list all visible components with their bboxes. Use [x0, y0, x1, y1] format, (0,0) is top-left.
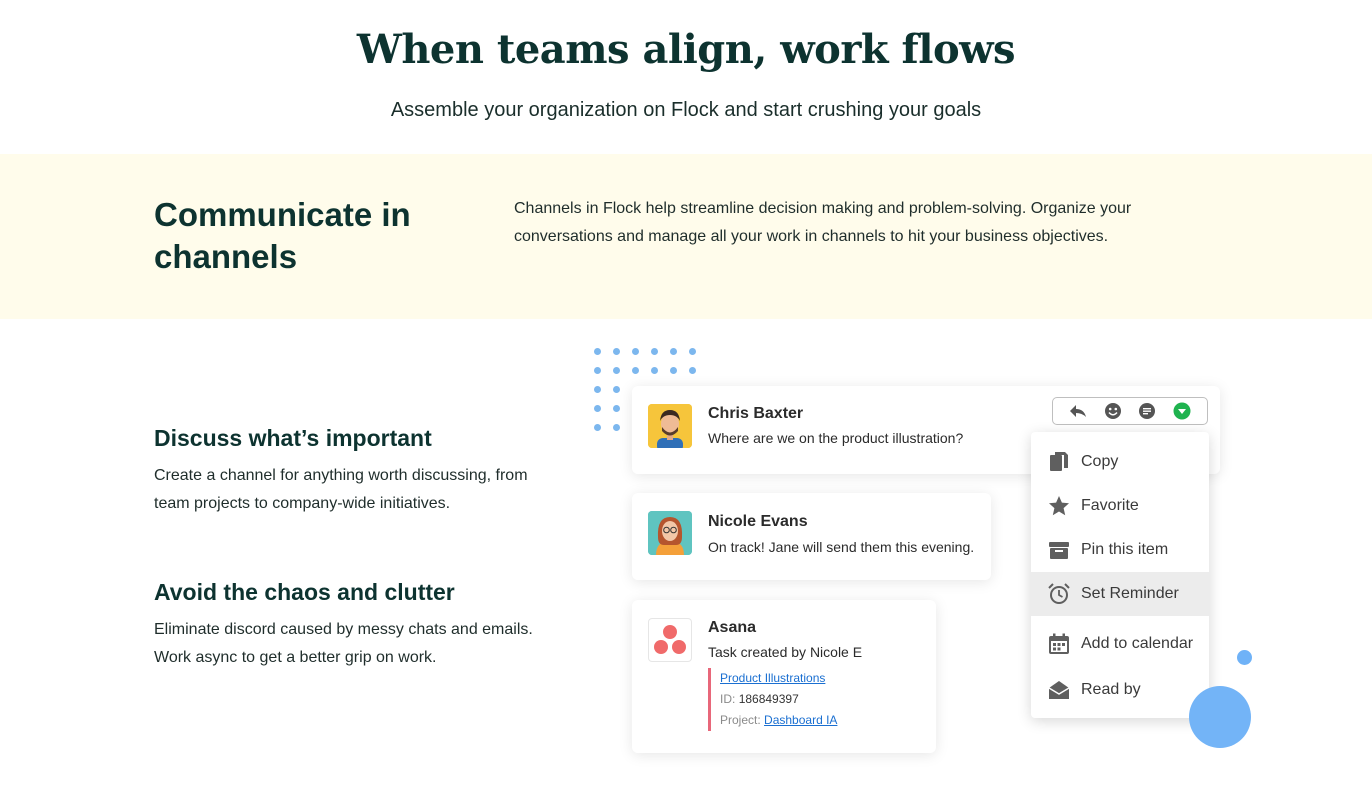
menu-item-read-by[interactable]: Read by — [1031, 668, 1209, 712]
channels-band: Communicate in channels Channels in Floc… — [0, 154, 1372, 319]
star-icon — [1047, 494, 1071, 518]
copy-icon — [1047, 450, 1071, 474]
message-text: Where are we on the product illustration… — [708, 430, 964, 446]
task-project-link[interactable]: Dashboard IA — [764, 713, 837, 727]
feature-title-avoid-chaos: Avoid the chaos and clutter — [154, 579, 455, 605]
task-title-link[interactable]: Product Illustrations — [720, 671, 825, 685]
comment-icon[interactable] — [1137, 401, 1157, 421]
band-description: Channels in Flock help streamline decisi… — [514, 200, 1132, 245]
page-subtitle: Assemble your organization on Flock and … — [390, 99, 982, 121]
message-card-nicole[interactable]: Nicole Evans On track! Jane will send th… — [632, 493, 991, 580]
message-author: Nicole Evans — [708, 513, 808, 530]
feature-title-discuss: Discuss what’s important — [154, 425, 432, 451]
menu-label: Favorite — [1081, 497, 1139, 514]
message-context-menu: Copy Favorite Pin this item Set Reminder… — [1031, 432, 1209, 718]
message-author: Chris Baxter — [708, 405, 804, 422]
decorative-circle-large — [1189, 686, 1251, 748]
calendar-icon — [1047, 632, 1071, 656]
menu-label: Read by — [1081, 681, 1141, 698]
pin-icon — [1047, 538, 1071, 562]
envelope-open-icon — [1047, 678, 1071, 702]
menu-label: Add to calendar — [1081, 635, 1194, 652]
alarm-icon — [1047, 582, 1071, 606]
task-project-label: Project: — [720, 713, 761, 727]
menu-item-favorite[interactable]: Favorite — [1031, 484, 1209, 528]
menu-label: Set Reminder — [1081, 585, 1179, 602]
man-avatar — [648, 404, 692, 448]
menu-item-pin[interactable]: Pin this item — [1031, 528, 1209, 572]
decorative-circle-small — [1237, 650, 1252, 665]
message-text: On track! Jane will send them this eveni… — [708, 539, 975, 555]
message-author: Asana — [708, 619, 757, 636]
feature-text-avoid-chaos: Eliminate discord caused by messy chats … — [154, 621, 533, 666]
menu-label: Pin this item — [1081, 541, 1169, 558]
dropdown-icon[interactable] — [1172, 401, 1192, 421]
menu-item-add-to-calendar[interactable]: Add to calendar — [1031, 622, 1209, 666]
emoji-icon[interactable] — [1103, 401, 1123, 421]
asana-task-details: Product Illustrations ID: 186849397 Proj… — [708, 668, 837, 731]
page-title: When teams align, work flows — [356, 26, 1016, 73]
band-title: Communicate in channels — [154, 196, 411, 275]
feature-text-discuss: Create a channel for anything worth disc… — [154, 467, 528, 512]
message-text: Task created by Nicole E — [708, 644, 863, 660]
menu-item-set-reminder[interactable]: Set Reminder — [1031, 572, 1209, 616]
woman-avatar — [648, 511, 692, 555]
asana-logo — [648, 618, 692, 662]
menu-item-copy[interactable]: Copy — [1031, 440, 1209, 484]
task-id-label: ID: — [720, 692, 736, 706]
reply-icon[interactable] — [1068, 401, 1088, 421]
message-actions-toolbar — [1052, 397, 1208, 425]
task-id-value: 186849397 — [738, 692, 799, 706]
menu-label: Copy — [1081, 453, 1119, 470]
